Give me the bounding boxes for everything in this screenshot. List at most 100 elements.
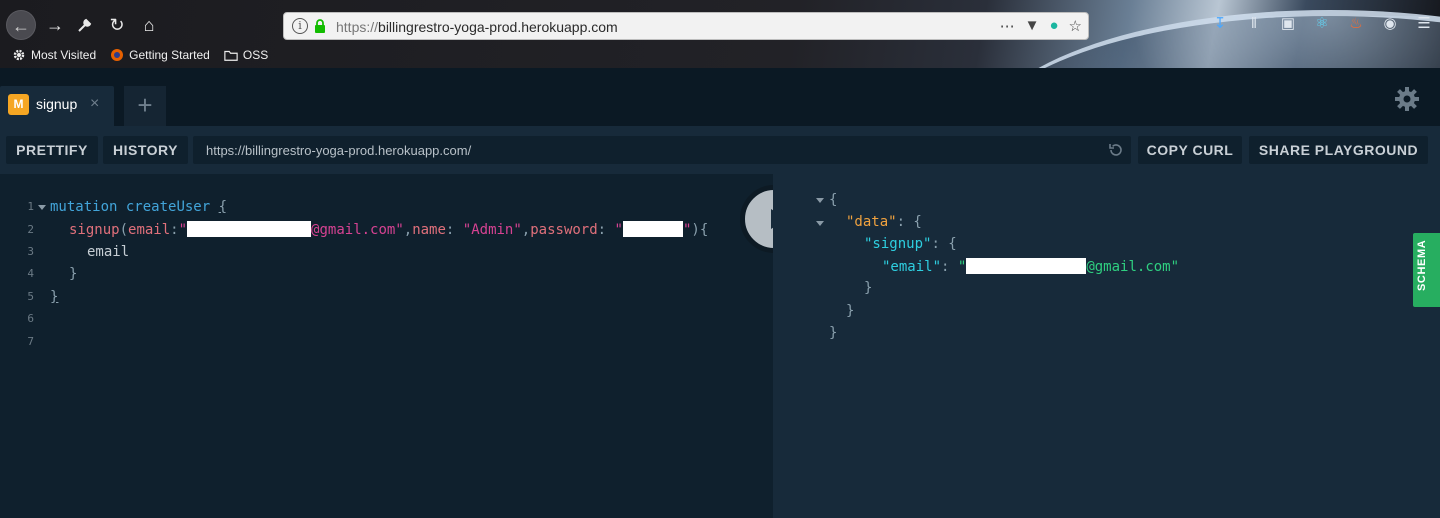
redacted-email <box>187 221 312 237</box>
bookmarks-bar: Most Visited Getting Started OSS <box>12 48 268 62</box>
playground-tab-bar: M signup × + <box>0 68 1440 126</box>
token-field: email <box>87 244 130 260</box>
bookmark-getting-started[interactable]: Getting Started <box>110 48 210 62</box>
lock-icon <box>315 19 325 33</box>
url-scheme: https:// <box>336 19 379 35</box>
code-line-5: } <box>50 289 58 305</box>
home-button[interactable]: ⌂ <box>134 10 164 40</box>
redacted-email <box>966 258 1087 274</box>
token-colon: : <box>170 222 179 238</box>
code-line-2: signup(email:" @gmail.com",name: "Admin",… <box>69 221 708 238</box>
result-line-3: "signup": { <box>864 236 957 252</box>
result-panel: { "data": { "signup": { "email": " @gmail… <box>773 174 1440 518</box>
fold-toggle-icon[interactable] <box>816 221 824 226</box>
token-colon: : { <box>896 214 922 230</box>
download-icon[interactable]: ↧ <box>1210 14 1230 34</box>
redacted-password <box>622 221 683 237</box>
token-brace: } <box>50 289 59 305</box>
back-button[interactable]: ← <box>6 10 36 40</box>
line-number: 6 <box>27 312 34 325</box>
token-key: "signup" <box>864 236 932 252</box>
schema-label: SCHEMA <box>1416 239 1428 291</box>
url-bar[interactable]: i https://billingrestro-yoga-prod.heroku… <box>283 12 1089 40</box>
forward-button[interactable]: → <box>40 10 70 40</box>
token-brace: } <box>846 303 855 319</box>
library-icon[interactable]: ‖ <box>1244 14 1264 34</box>
url-text[interactable]: https://billingrestro-yoga-prod.herokuap… <box>336 19 618 35</box>
sidebar-icon[interactable]: ▣ <box>1278 14 1298 34</box>
extension-icon[interactable]: ● <box>1049 17 1058 35</box>
token-arg: password <box>530 222 598 238</box>
token-key: "data" <box>846 214 897 230</box>
settings-gear-icon[interactable] <box>1394 86 1420 112</box>
result-line-2: "data": { <box>846 214 922 230</box>
browser-chrome: ← → ↻ ⌂ i https://billingrestro-yoga-pro… <box>0 0 1440 68</box>
reload-icon: ↻ <box>109 15 125 35</box>
endpoint-input[interactable]: https://billingrestro-yoga-prod.herokuap… <box>193 136 1131 164</box>
line-number: 3 <box>27 245 34 258</box>
line-number: 5 <box>27 290 34 303</box>
firebug-icon[interactable]: ♨ <box>1346 14 1366 34</box>
info-icon[interactable]: i <box>292 18 308 34</box>
bookmark-star-icon[interactable]: ☆ <box>1069 17 1082 35</box>
control-bar: PRETTIFY HISTORY https://billingrestro-y… <box>0 126 1440 174</box>
token-paren: ( <box>119 222 129 238</box>
token-arg: email <box>128 222 171 238</box>
result-line-6: } <box>846 303 854 319</box>
tab-label: signup <box>36 96 78 112</box>
prettify-button[interactable]: PRETTIFY <box>6 136 98 164</box>
bookmark-label: OSS <box>242 48 269 62</box>
wrench-button[interactable] <box>70 10 100 40</box>
token-field: signup <box>69 222 120 238</box>
react-devtools-icon[interactable]: ⚛ <box>1312 14 1332 34</box>
folder-icon <box>224 50 238 61</box>
token-colon: : { <box>931 236 957 252</box>
query-editor[interactable]: 1 2 3 4 5 6 7 mutation createUser { sign… <box>0 174 773 518</box>
pocket-icon[interactable]: ▼ <box>1025 17 1040 35</box>
code-line-1: mutation createUser { <box>50 199 227 215</box>
token-brace: } <box>829 325 838 341</box>
share-playground-button[interactable]: SHARE PLAYGROUND <box>1249 136 1428 164</box>
line-number: 4 <box>27 267 34 280</box>
token-quote: " <box>957 259 967 275</box>
fold-toggle-icon[interactable] <box>38 205 46 210</box>
token-brace: { <box>829 192 838 208</box>
bookmark-oss[interactable]: OSS <box>224 48 268 62</box>
tab-signup[interactable]: M signup × <box>0 86 114 126</box>
token-operation-name: createUser <box>125 199 211 215</box>
schema-tab[interactable]: SCHEMA <box>1413 233 1440 307</box>
token-string: @gmail.com" <box>311 222 404 238</box>
token-key: "email" <box>882 259 942 275</box>
code-line-3: email <box>87 244 129 260</box>
token-comma: , <box>521 222 531 238</box>
result-line-1: { <box>829 192 837 208</box>
copy-curl-button[interactable]: COPY CURL <box>1138 136 1242 164</box>
plus-icon: + <box>137 90 153 120</box>
line-number: 7 <box>27 335 34 348</box>
token-arg: name <box>412 222 446 238</box>
url-host: billingrestro-yoga-prod.herokuapp.com <box>378 19 618 35</box>
token-colon: : <box>941 259 958 275</box>
add-tab-button[interactable]: + <box>124 86 166 126</box>
endpoint-url[interactable]: https://billingrestro-yoga-prod.herokuap… <box>206 143 471 158</box>
result-line-4: "email": " @gmail.com" <box>882 258 1179 275</box>
bookmark-most-visited[interactable]: Most Visited <box>12 48 96 62</box>
token-brace: } <box>864 280 873 296</box>
result-line-5: } <box>864 280 872 296</box>
account-icon[interactable]: ◉ <box>1380 14 1400 34</box>
history-button[interactable]: HISTORY <box>103 136 188 164</box>
menu-icon[interactable]: ☰ <box>1414 14 1434 34</box>
token-keyword: mutation <box>50 199 118 215</box>
reload-schema-icon[interactable] <box>1107 141 1125 159</box>
home-icon: ⌂ <box>143 15 155 35</box>
token-comma: , <box>403 222 413 238</box>
page-actions-icon[interactable]: ⋯ <box>1000 17 1015 35</box>
token-brace: } <box>69 266 78 282</box>
close-icon[interactable]: × <box>90 95 99 113</box>
line-number: 1 <box>27 200 34 213</box>
code-line-4: } <box>69 266 77 282</box>
line-number: 2 <box>27 223 34 236</box>
fold-toggle-icon[interactable] <box>816 198 824 203</box>
token-string: "Admin" <box>462 222 522 238</box>
reload-button[interactable]: ↻ <box>102 10 132 40</box>
